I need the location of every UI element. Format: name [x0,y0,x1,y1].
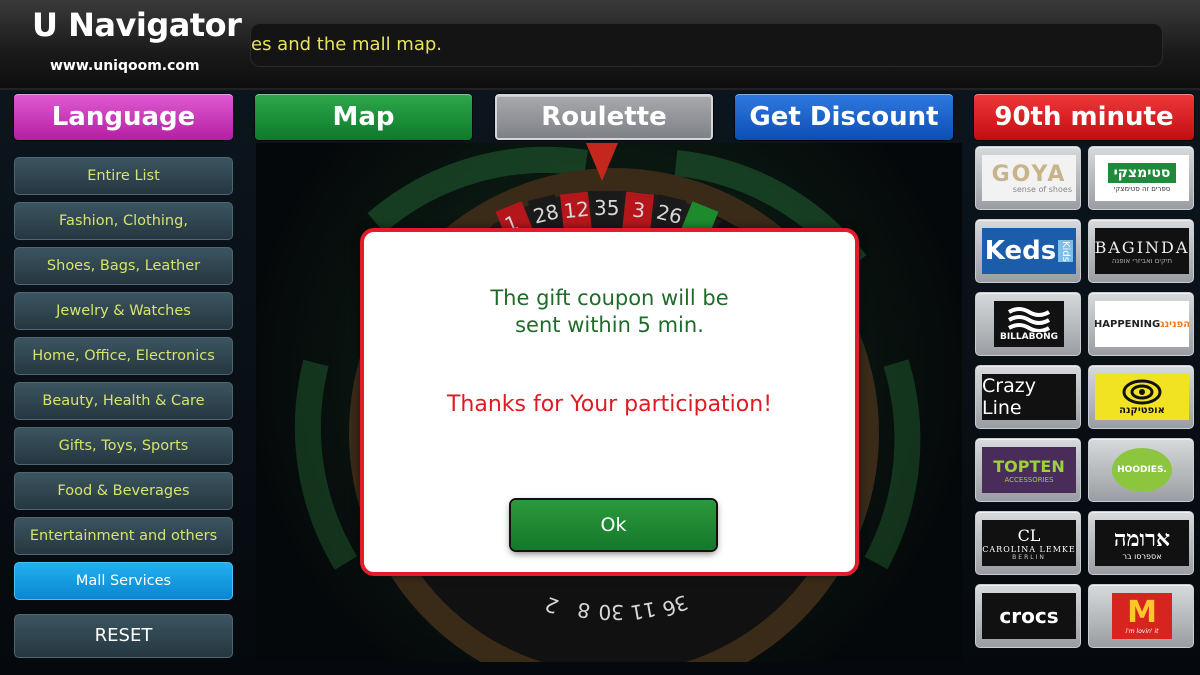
brand-stimatzky[interactable]: סטימצקי ספרים זה סטימצקי [1088,146,1194,210]
dialog-message-line2: sent within 5 min. [515,313,704,337]
brand-sub: ACCESSORIES [1004,475,1054,484]
ok-button[interactable]: Ok [511,500,716,550]
brand-tagline: תיקים ואביזרי אופנה [1111,256,1173,265]
brand-name: TOPTEN [993,456,1065,476]
sidebar-item-fashion[interactable]: Fashion, Clothing, Accessories [14,202,233,265]
sidebar-item-gifts[interactable]: Gifts, Toys, Sports [14,427,233,465]
billabong-wave-icon [1007,307,1051,332]
brand-sub: אספרסו בר [1122,551,1162,561]
brand-name: HOODIES. [1117,465,1167,475]
brand-keds[interactable]: Keds Kids [975,219,1081,283]
brand-sub: Kids [1058,239,1074,263]
brand-name: Crazy Line [982,375,1036,419]
mcdonalds-arches-icon: M [1127,594,1157,630]
brand-name: BAGINDA [1095,237,1189,257]
roulette-button[interactable]: Roulette [495,94,713,140]
brand-mcdonalds[interactable]: M i'm lovin' it [1088,584,1194,648]
arrow-decor-icon [864,359,921,570]
sidebar-item-food[interactable]: Food & Beverages [14,472,233,510]
get-discount-button[interactable]: Get Discount [735,94,953,140]
brand-name: Keds [984,236,1057,266]
brand-sub: הפנינג [1160,318,1189,330]
brand-name: GOYA [991,162,1067,187]
brand-name: אופטיקנה [1119,404,1165,416]
brand-tagline: ספרים זה סטימצקי [1113,185,1171,193]
sidebar-item-home[interactable]: Home, Office, Electronics [14,337,233,375]
sidebar-item-beauty[interactable]: Beauty, Health & Care [14,382,233,420]
ticker-text: es and the mall map. [251,34,443,55]
dialog-thanks-message: Thanks for Your participation! [446,392,773,417]
map-button[interactable]: Map [255,94,472,140]
sidebar-item-entire-list[interactable]: Entire List [14,157,233,195]
gift-coupon-dialog: The gift coupon will be sent within 5 mi… [360,228,859,576]
brand-aroma[interactable]: ארומה אספרסו בר [1088,511,1194,575]
brand-name: HAPPENING [1095,318,1161,330]
brand-crazyline[interactable]: Crazy Line [975,365,1081,429]
sidebar-item-shoes[interactable]: Shoes, Bags, Leather [14,247,233,285]
ninetieth-minute-button[interactable]: 90th minute [974,94,1194,140]
wheel-number: 3 [631,197,646,222]
brand-name: CAROLINA LEMKE [982,544,1076,554]
wheel-pointer-icon [586,143,618,181]
brand-slogan: i'm lovin' it [1125,627,1159,635]
dialog-message-line1: The gift coupon will be [490,286,729,310]
brand-happening[interactable]: HAPPENING הפנינג [1088,292,1194,356]
brand-bagind[interactable]: BAGINDA תיקים ואביזרי אופנה [1088,219,1194,283]
reset-button[interactable]: RESET [14,614,233,658]
arrow-decor-icon [294,359,358,570]
brand-carolina-lemke[interactable]: CL CAROLINA LEMKE BERLIN [975,511,1081,575]
brand-monogram: CL [1017,525,1041,545]
brand-name: ארומה [1113,525,1171,552]
language-button[interactable]: Language [14,94,233,140]
news-ticker: es and the mall map. [250,23,1163,67]
hoodies-badge: HOODIES. [1112,448,1172,492]
wheel-number: 11 [629,597,658,625]
brand-topten[interactable]: TOPTEN ACCESSORIES [975,438,1081,502]
sidebar-item-mall-services[interactable]: Mall Services [14,562,233,600]
brand-crocs[interactable]: crocs [975,584,1081,648]
sidebar-item-entertainment[interactable]: Entertainment and others [14,517,233,555]
header: U Navigator www.uniqoom.com es and the m… [0,0,1200,90]
brand-name: crocs [999,604,1059,628]
app-root: U Navigator www.uniqoom.com es and the m… [0,0,1200,675]
brand-city: BERLIN [1012,553,1046,561]
app-title: U Navigator [32,6,242,44]
sidebar-item-jewelry[interactable]: Jewelry & Watches [14,292,233,330]
brand-name: סטימצקי [1107,163,1177,183]
app-url: www.uniqoom.com [50,58,200,74]
brand-tagline: sense of shoes [1012,185,1072,194]
wheel-number: 35 [594,196,619,220]
opticana-eye-icon [1122,379,1162,404]
brand-opticana[interactable]: אופטיקנה [1088,365,1194,429]
brand-hoodies[interactable]: HOODIES. [1088,438,1194,502]
brand-name: BILLABONG [999,332,1059,342]
wheel-number: 12 [562,197,590,224]
brand-goya[interactable]: GOYA sense of shoes [975,146,1081,210]
wheel-number: 30 [599,600,624,624]
brand-billabong[interactable]: BILLABONG [975,292,1081,356]
